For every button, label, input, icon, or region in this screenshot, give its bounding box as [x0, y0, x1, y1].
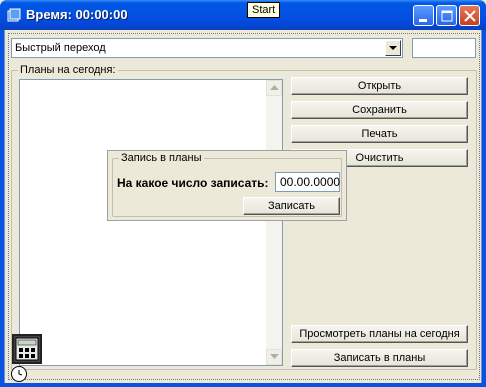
clock-icon[interactable] — [11, 366, 27, 382]
open-button[interactable]: Открыть — [291, 77, 468, 95]
plans-listbox[interactable] — [19, 79, 283, 366]
quick-nav-value: Быстрый переход — [15, 42, 106, 54]
window-title: Время: 00:00:00 — [26, 7, 128, 22]
scroll-down-button[interactable] — [266, 349, 282, 365]
plans-scrollbar[interactable] — [266, 80, 282, 365]
date-input[interactable]: 00.00.0000 — [275, 172, 340, 192]
plans-group-label: Планы на сегодня: — [18, 64, 118, 76]
maximize-icon — [441, 10, 453, 22]
arrow-down-icon — [270, 354, 279, 359]
close-button[interactable] — [459, 5, 480, 26]
start-tooltip: Start — [247, 2, 281, 18]
quick-nav-dropdown-button[interactable] — [385, 40, 401, 56]
save-button[interactable]: Сохранить — [291, 101, 468, 119]
write-submit-button[interactable]: Записать — [243, 197, 340, 215]
side-input[interactable] — [412, 38, 476, 58]
book-icon — [7, 8, 21, 22]
write-plans-panel: Запись в планы На какое число записать: … — [107, 150, 347, 221]
close-icon — [464, 10, 476, 22]
scroll-up-button[interactable] — [266, 80, 282, 96]
minimize-icon — [419, 19, 427, 22]
calculator-icon[interactable] — [12, 334, 42, 364]
date-question-label: На какое число записать: — [117, 176, 269, 190]
maximize-button[interactable] — [436, 5, 457, 26]
minimize-button[interactable] — [413, 5, 434, 26]
view-today-plans-button[interactable]: Просмотреть планы на сегодня — [291, 325, 468, 343]
write-plans-group-label: Запись в планы — [119, 152, 204, 164]
print-button[interactable]: Печать — [291, 125, 468, 143]
arrow-up-icon — [270, 85, 279, 90]
title-bar[interactable]: Время: 00:00:00 — [0, 0, 486, 30]
quick-nav-combobox[interactable]: Быстрый переход — [11, 38, 403, 58]
write-plans-button[interactable]: Записать в планы — [291, 349, 468, 367]
chevron-down-icon — [389, 46, 397, 50]
